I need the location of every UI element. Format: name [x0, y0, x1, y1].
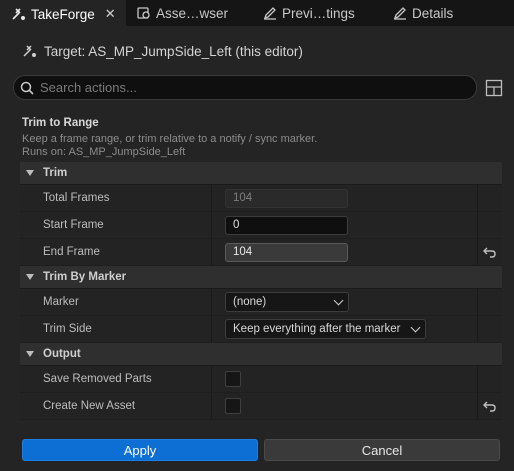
tab-label: TakeForge — [31, 6, 95, 22]
tab-label: Previ…tings — [282, 5, 355, 21]
category-label: Trim — [43, 167, 68, 179]
tab-bar: TakeForge ✕ Asse…wser Previ…tings Detail… — [0, 0, 514, 26]
property-name: Marker — [20, 289, 212, 315]
category-label: Output — [43, 348, 81, 360]
tab-preview-settings[interactable]: Previ…tings — [262, 0, 382, 26]
action-description: Keep a frame range, or trim relative to … — [22, 133, 318, 145]
trim-side-dropdown[interactable]: Keep everything after the marker — [225, 319, 426, 339]
tab-takeforge[interactable]: TakeForge ✕ — [0, 0, 126, 26]
search-icon — [20, 81, 34, 95]
target-label: Target: AS_MP_JumpSide_Left (this editor… — [44, 43, 303, 59]
property-grid: Trim Total Frames 104 Start Frame 0 End … — [20, 162, 502, 420]
tab-label: Asse…wser — [156, 5, 229, 21]
property-row-save-removed: Save Removed Parts — [20, 366, 502, 393]
property-name: End Frame — [20, 239, 212, 265]
category-output[interactable]: Output — [20, 343, 502, 366]
chevron-down-icon — [333, 295, 344, 305]
property-row-end-frame: End Frame 104 — [20, 239, 502, 266]
target-row: Target: AS_MP_JumpSide_Left (this editor… — [22, 42, 303, 60]
save-removed-checkbox[interactable] — [225, 371, 241, 387]
expand-arrow-icon[interactable] — [26, 351, 34, 357]
asset-browser-icon — [136, 5, 152, 21]
start-frame-field[interactable]: 0 — [225, 215, 348, 235]
create-new-asset-checkbox[interactable] — [225, 398, 241, 414]
property-name: Save Removed Parts — [20, 366, 212, 392]
reset-to-default-icon[interactable] — [478, 393, 502, 419]
property-name: Create New Asset — [20, 393, 212, 419]
tab-details[interactable]: Details — [392, 0, 492, 26]
cancel-button[interactable]: Cancel — [264, 439, 500, 461]
chevron-down-icon — [410, 322, 421, 332]
dropdown-value: (none) — [233, 296, 267, 308]
total-frames-field: 104 — [225, 188, 348, 208]
pencil-icon — [392, 5, 408, 21]
property-name: Total Frames — [20, 185, 212, 211]
takeforge-icon — [22, 43, 38, 59]
property-row-create-new-asset: Create New Asset — [20, 393, 502, 420]
close-icon[interactable]: ✕ — [105, 6, 116, 22]
search-box — [13, 75, 477, 100]
marker-dropdown[interactable]: (none) — [225, 292, 349, 312]
tab-asset-browser[interactable]: Asse…wser — [136, 0, 248, 26]
property-row-trim-side: Trim Side Keep everything after the mark… — [20, 316, 502, 343]
reset-to-default-icon[interactable] — [478, 239, 502, 265]
property-name: Start Frame — [20, 212, 212, 238]
tab-label: Details — [412, 5, 454, 21]
property-row-total-frames: Total Frames 104 — [20, 185, 502, 212]
expand-arrow-icon[interactable] — [26, 274, 34, 280]
property-row-marker: Marker (none) — [20, 289, 502, 316]
layout-toggle-icon[interactable] — [484, 78, 504, 98]
takeforge-icon — [11, 6, 27, 22]
end-frame-field[interactable]: 104 — [225, 242, 348, 262]
pencil-icon — [262, 5, 278, 21]
action-runs-on: Runs on: AS_MP_JumpSide_Left — [22, 146, 186, 158]
search-input[interactable] — [40, 80, 460, 95]
expand-arrow-icon[interactable] — [26, 170, 34, 176]
category-trim-by-marker[interactable]: Trim By Marker — [20, 266, 502, 289]
property-row-start-frame: Start Frame 0 — [20, 212, 502, 239]
category-trim[interactable]: Trim — [20, 162, 502, 185]
property-name: Trim Side — [20, 316, 212, 342]
dropdown-value: Keep everything after the marker — [233, 323, 401, 335]
action-info: Trim to Range Keep a frame range, or tri… — [22, 117, 502, 159]
footer: Apply Cancel — [0, 433, 514, 471]
takeforge-panel: Target: AS_MP_JumpSide_Left (this editor… — [0, 26, 514, 471]
category-label: Trim By Marker — [43, 271, 127, 283]
apply-button[interactable]: Apply — [22, 439, 258, 461]
action-title: Trim to Range — [22, 117, 99, 129]
